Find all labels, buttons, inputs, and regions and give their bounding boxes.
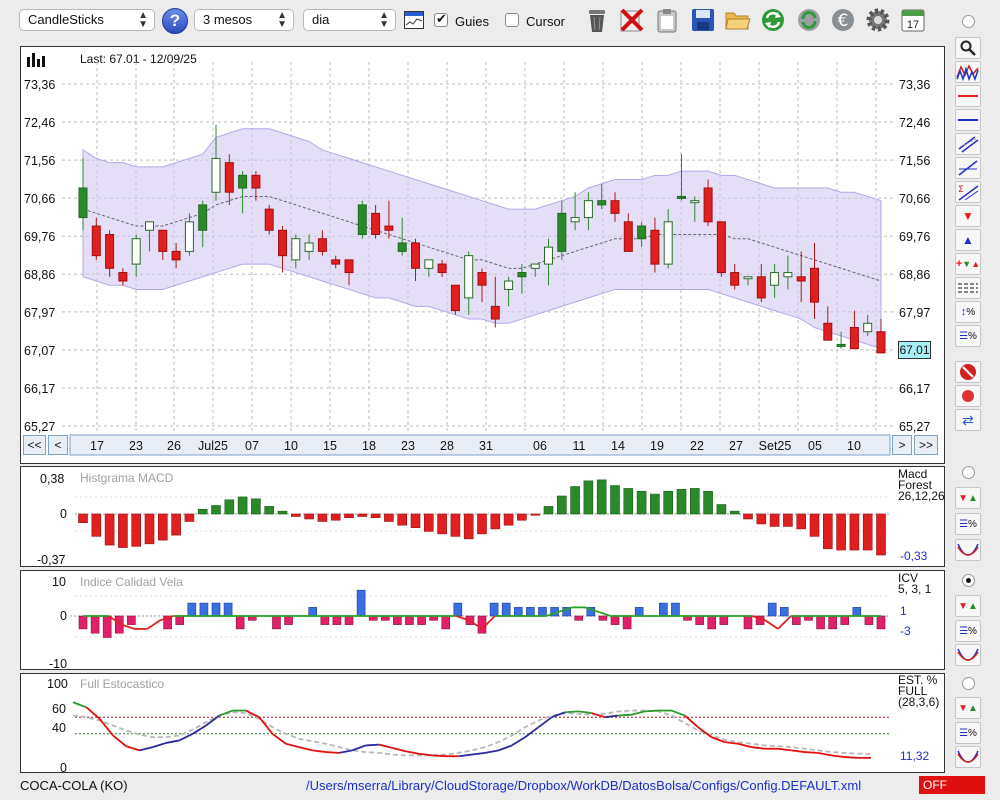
stoch-fast-line: [285, 742, 300, 748]
stoch-fast-line: [405, 750, 419, 755]
stoch-fast-line: [152, 742, 167, 748]
stoch-fast-line: [125, 745, 140, 752]
config-path-link[interactable]: /Users/mserra/Library/CloudStorage/Dropb…: [306, 778, 861, 793]
stoch-fast-line: [844, 756, 858, 759]
stoch-fast-line: [537, 716, 553, 728]
icv-signal-arrows-icon[interactable]: ▼ ▲: [955, 595, 981, 617]
stoch-fast-line: [578, 710, 592, 714]
stoch-fast-line: [751, 746, 765, 750]
stoch-fast-line: [498, 744, 513, 752]
percent-lines-icon[interactable]: ☰%: [955, 325, 981, 347]
regression-icon[interactable]: Σ: [955, 181, 981, 203]
stoch-fast-line: [817, 752, 832, 757]
svg-text:Σ: Σ: [958, 185, 964, 195]
stoch-signal-arrows-icon[interactable]: ▼ ▲: [955, 697, 981, 719]
stoch-fast-line: [724, 741, 739, 745]
stoch-fast-line: [671, 709, 686, 717]
dashed-lines-icon[interactable]: [955, 277, 981, 299]
icv-curve-icon[interactable]: [955, 644, 981, 666]
stoch-fast-line: [351, 744, 366, 752]
stoch-fast-line: [618, 713, 632, 717]
macd-signal-arrows-icon[interactable]: ▼ ▲: [955, 487, 981, 509]
macd-panel-radio[interactable]: [962, 466, 975, 479]
add-signal-icon[interactable]: + ▼ ▲: [955, 253, 981, 275]
stoch-fast-line: [98, 718, 114, 737]
stoch-percent-icon[interactable]: ☰%: [955, 722, 981, 744]
stoch-fast-line: [165, 739, 180, 744]
icv-panel-radio[interactable]: [962, 574, 975, 587]
stoch-fast-line: [631, 710, 646, 716]
stoch-fast-line: [458, 753, 473, 758]
stoch-fast-line: [112, 734, 127, 747]
stoch-fast-line: [178, 732, 194, 742]
stoch-fast-line: [485, 749, 499, 754]
percent-range-icon[interactable]: ↕%: [955, 301, 981, 323]
stoch-fast-line: [777, 747, 792, 752]
sync-icon[interactable]: ⇄: [955, 409, 981, 431]
stoch-fast-line: [830, 754, 845, 758]
stoch-fast-line: [644, 709, 659, 713]
stoch-fast-line: [432, 754, 446, 758]
stoch-fast-line: [72, 701, 87, 709]
stoch-fast-line: [791, 749, 805, 753]
stoch-curve-icon[interactable]: [955, 746, 981, 768]
stoch-fast-line: [378, 743, 393, 749]
macd-percent-icon[interactable]: ☰%: [955, 513, 981, 535]
mode-badge[interactable]: OFF: [919, 776, 985, 794]
icv-percent-icon[interactable]: ☰%: [955, 620, 981, 642]
stoch-fast-line: [365, 743, 379, 747]
channel-icon[interactable]: [955, 133, 981, 155]
stoch-panel-radio[interactable]: [962, 677, 975, 690]
buy-arrow-icon[interactable]: ▲: [955, 229, 981, 251]
stochastic-chart: [72, 701, 890, 759]
stoch-fast-line: [511, 736, 526, 747]
stoch-fast-line: [325, 751, 340, 754]
trend-line-icon[interactable]: [955, 157, 981, 179]
stoch-fast-line: [312, 749, 326, 753]
stoch-fast-line: [565, 710, 579, 714]
stoch-fast-line: [139, 746, 154, 752]
stoch-fast-line: [391, 747, 406, 753]
sell-arrow-icon[interactable]: ▼: [955, 205, 981, 227]
stoch-fast-line: [804, 751, 818, 754]
stoch-fast-line: [298, 746, 313, 752]
blue-line-icon[interactable]: [955, 109, 981, 131]
macd-curve-icon[interactable]: [955, 539, 981, 561]
zoom-icon[interactable]: [955, 37, 981, 59]
stoch-fast-line: [471, 751, 486, 756]
red-line-icon[interactable]: [955, 85, 981, 107]
indicator-overlay-icon[interactable]: [955, 61, 981, 83]
record-icon[interactable]: [955, 385, 981, 407]
stoch-fast-line: [271, 733, 287, 745]
stoch-fast-line: [524, 726, 540, 738]
main-panel-radio[interactable]: [962, 15, 975, 28]
stop-icon[interactable]: [955, 361, 981, 383]
symbol-label: COCA-COLA (KO): [20, 778, 128, 793]
stoch-fast-line: [338, 749, 353, 754]
